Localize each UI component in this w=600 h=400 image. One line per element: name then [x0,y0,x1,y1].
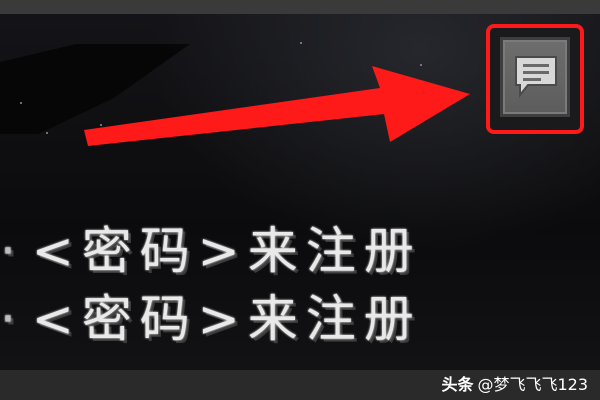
chat-message-line: · <密码>来注册 [0,284,600,354]
chat-button[interactable] [500,37,570,117]
red-arrow-annotation [84,66,470,146]
line-lead: · [0,290,24,348]
chat-button-highlight[interactable] [486,24,584,134]
watermark-brand: 头条 [441,375,474,394]
chat-message-text: <密码>来注册 [31,222,422,280]
chat-bubble-icon [515,56,557,98]
line-lead: · [0,222,24,280]
star [46,132,48,134]
star [300,42,302,44]
watermark-author: @梦飞飞飞123 [477,375,588,394]
watermark: 头条 @梦飞飞飞123 [441,375,588,395]
watermark-bar: 头条 @梦飞飞飞123 [0,370,600,400]
star [20,102,22,104]
chat-message-text: <密码>来注册 [31,290,422,348]
top-border [0,0,600,14]
game-screen: · <密码>来注册 · <密码>来注册 [0,14,600,370]
chat-message-line: · <密码>来注册 [0,216,600,286]
